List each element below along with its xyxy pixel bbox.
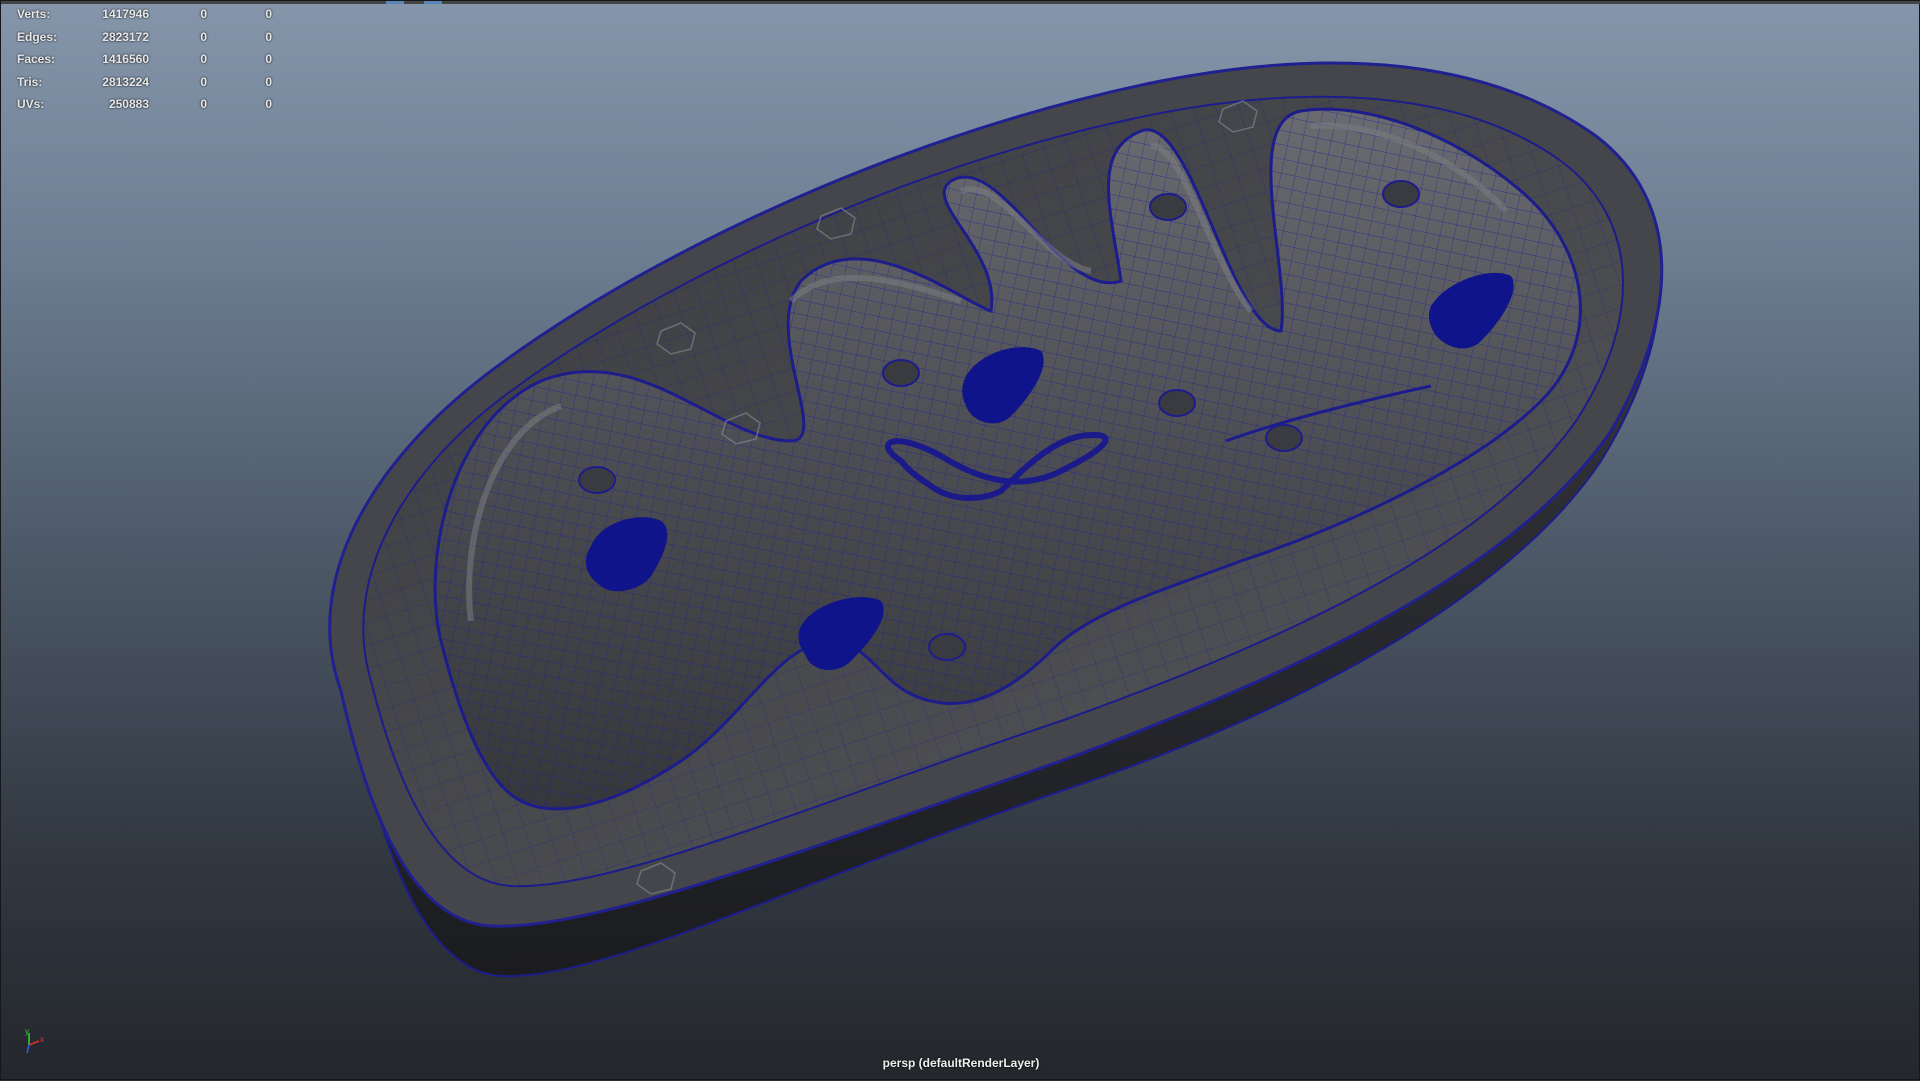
hud-total-value: 1417946 xyxy=(102,7,149,21)
hud-label: Edges: xyxy=(17,29,58,44)
hud-total-value: 2823172 xyxy=(102,29,149,44)
poly-count-hud: Verts: 1417946 0 0 Edges: 2823172 0 0 Faces: 1416… xyxy=(17,3,277,116)
hud-label: Verts: xyxy=(17,7,51,21)
hud-triangle-value: 0 xyxy=(265,7,272,21)
hud-triangle-value: 0 xyxy=(265,52,272,66)
hud-row: Tris: 2813224 0 0 xyxy=(17,71,277,94)
hud-selected-value: 0 xyxy=(200,74,207,89)
hud-row: Faces: 1416560 0 0 xyxy=(17,48,277,71)
hud-total-value: 250883 xyxy=(108,97,149,111)
hud-selected-value: 0 xyxy=(200,29,207,44)
protein-disc xyxy=(928,633,966,661)
hud-label: Tris: xyxy=(17,74,43,89)
hud-row: UVs: 250883 0 0 xyxy=(17,93,277,116)
hud-total-value: 1416560 xyxy=(102,52,149,66)
axis-x-label: x xyxy=(40,1035,44,1044)
protein-disc xyxy=(882,359,920,387)
axis-y-label: y xyxy=(25,1027,29,1036)
protein-disc xyxy=(578,466,616,494)
protein-disc xyxy=(1265,424,1303,452)
camera-name-label: persp (defaultRenderLayer) xyxy=(882,1056,1040,1070)
mitochondrion-model[interactable] xyxy=(1,1,1920,1081)
maya-viewport[interactable]: Verts: 1417946 0 0 Edges: 2823172 0 0 Faces: 1416… xyxy=(0,0,1920,1080)
hud-label: Faces: xyxy=(17,52,56,66)
protein-disc xyxy=(1382,180,1420,208)
hud-triangle-value: 0 xyxy=(265,97,272,111)
axis-z-line xyxy=(26,1044,30,1054)
view-axis-indicator: y x xyxy=(25,1027,44,1054)
hud-selected-value: 0 xyxy=(200,52,207,66)
hud-triangle-value: 0 xyxy=(265,29,272,44)
hud-selected-value: 0 xyxy=(200,7,207,21)
hud-triangle-value: 0 xyxy=(265,74,272,89)
hud-selected-value: 0 xyxy=(200,97,207,111)
protein-disc xyxy=(1158,389,1196,417)
axis-x-line xyxy=(28,1040,40,1046)
hud-row: Verts: 1417946 0 0 xyxy=(17,3,277,26)
protein-disc xyxy=(1149,193,1187,221)
hud-label: UVs: xyxy=(17,97,45,111)
hud-total-value: 2813224 xyxy=(102,74,149,89)
hud-row: Edges: 2823172 0 0 xyxy=(17,26,277,49)
